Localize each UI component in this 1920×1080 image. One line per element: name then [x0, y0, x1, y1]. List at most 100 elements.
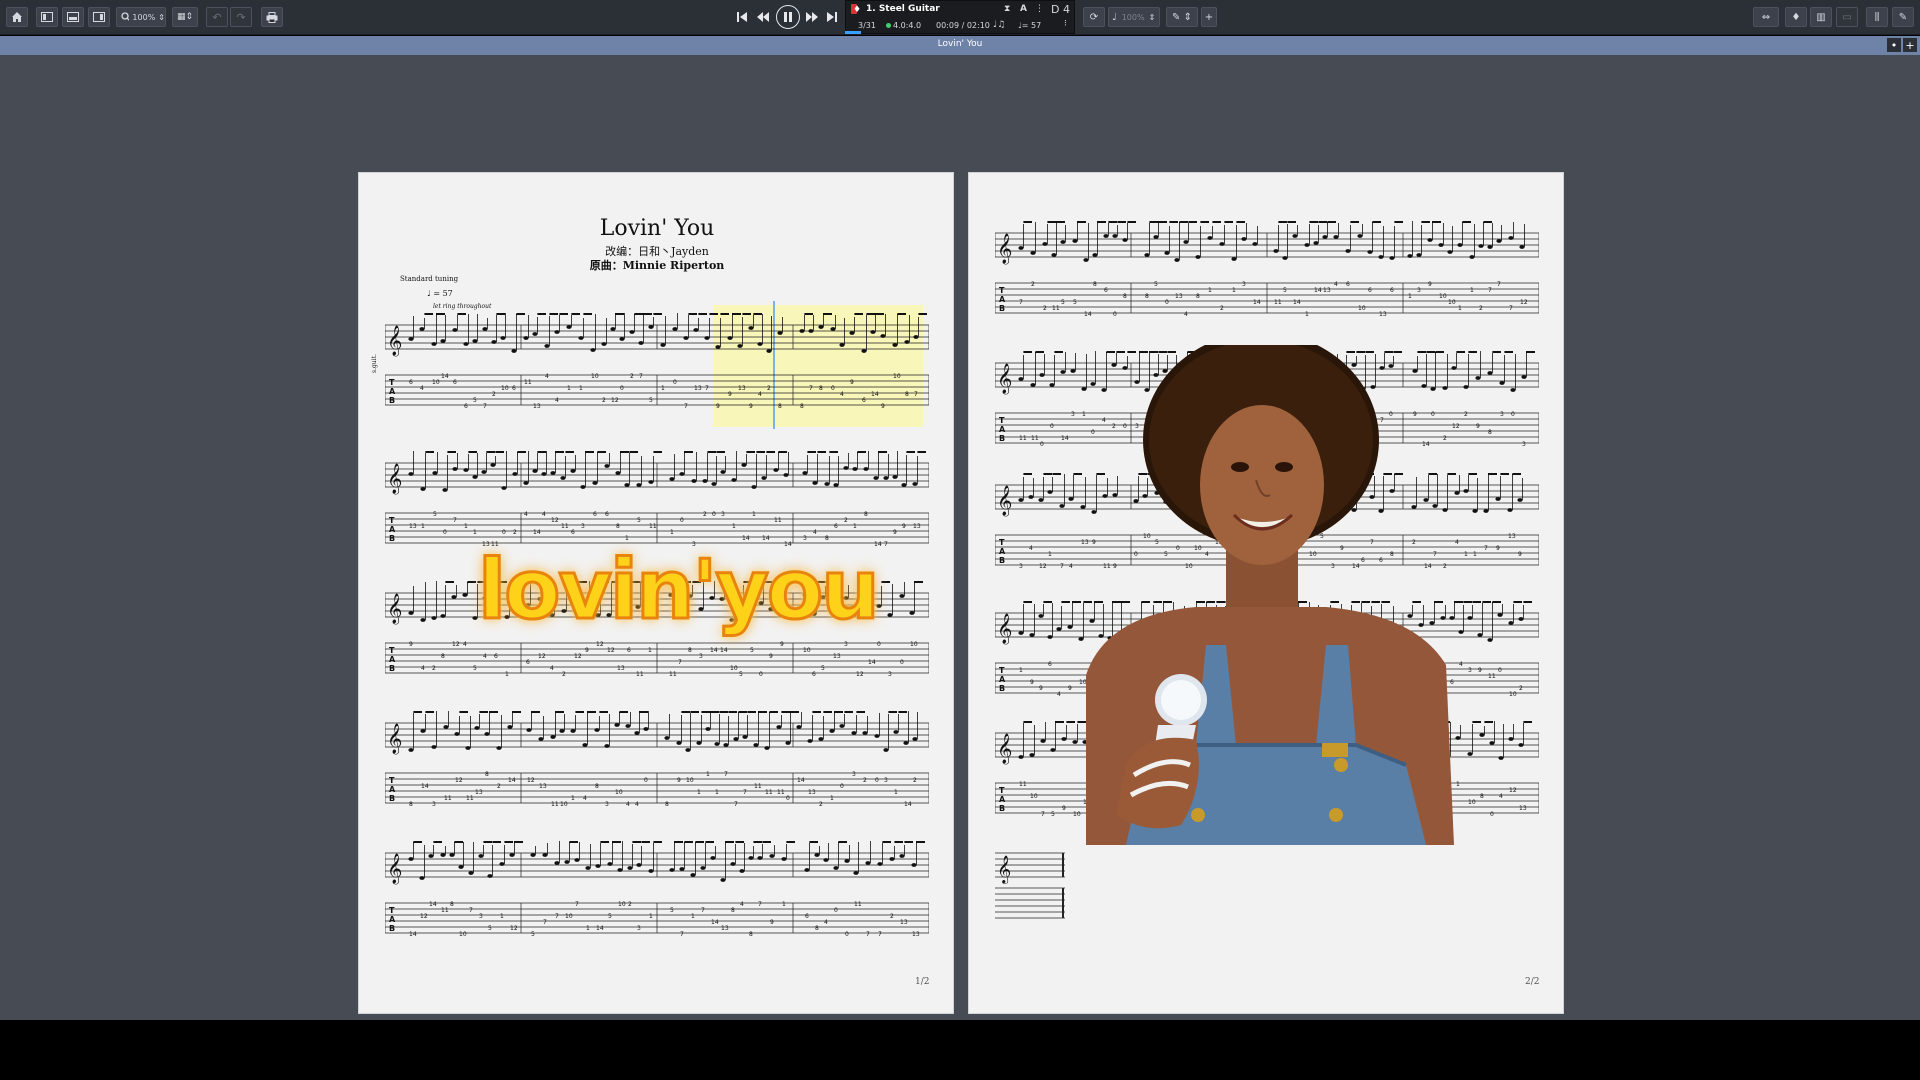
- tab-title[interactable]: Lovin' You: [0, 39, 1920, 49]
- svg-text:2: 2: [863, 777, 867, 784]
- svg-text:7: 7: [543, 919, 547, 926]
- svg-text:13: 13: [738, 385, 746, 392]
- go-to-start-button[interactable]: [731, 7, 753, 27]
- svg-text:14: 14: [1314, 287, 1322, 294]
- layout-page-button[interactable]: [36, 7, 58, 27]
- svg-text:𝄞: 𝄞: [387, 853, 402, 885]
- svg-text:9: 9: [780, 641, 784, 648]
- mixer-button[interactable]: ⫼: [1866, 7, 1888, 27]
- layout-panel-button[interactable]: [88, 7, 110, 27]
- svg-text:13: 13: [912, 931, 920, 938]
- svg-text:2: 2: [492, 391, 496, 398]
- go-to-end-button[interactable]: [822, 7, 842, 27]
- svg-text:5: 5: [1051, 811, 1055, 818]
- speed-control[interactable]: ♩ 100% ⇕: [1108, 7, 1160, 27]
- svg-text:11: 11: [765, 789, 773, 796]
- svg-text:12: 12: [607, 647, 615, 654]
- score-system-final[interactable]: 𝄞: [995, 843, 1539, 973]
- pen-tool-button[interactable]: ✎ ⇕: [1166, 7, 1198, 27]
- svg-text:9: 9: [902, 523, 906, 530]
- svg-text:5: 5: [531, 931, 535, 938]
- svg-text:14: 14: [710, 647, 718, 654]
- svg-text:3: 3: [1417, 287, 1421, 294]
- lcd-display[interactable]: ♦ 1. Steel Guitar 3/31 4.0:4.0 00:09 / 0…: [845, 0, 1075, 34]
- svg-text:5: 5: [670, 907, 674, 914]
- svg-text:8: 8: [1093, 281, 1097, 288]
- edit-button[interactable]: ✎: [1892, 7, 1914, 27]
- keyboard-button[interactable]: ▭: [1836, 7, 1858, 27]
- svg-text:T: T: [999, 538, 1005, 547]
- svg-text:7: 7: [734, 801, 738, 808]
- staff-notation: 𝄞TAB8143111211138214 121311 101 483104 4089 1…: [385, 711, 929, 808]
- svg-text:1: 1: [1208, 287, 1212, 294]
- add-marker-button[interactable]: +: [1201, 7, 1217, 27]
- status-bar: [0, 1020, 1920, 1080]
- print-button[interactable]: [261, 7, 283, 27]
- svg-text:1: 1: [661, 385, 665, 392]
- svg-text:1: 1: [670, 529, 674, 536]
- pause-button[interactable]: [776, 5, 800, 29]
- staff-notation: 𝄞TAB722 115 5148608 8501348121314 11514114 13…: [995, 221, 1539, 318]
- svg-text:A: A: [389, 785, 396, 794]
- svg-text:6: 6: [834, 523, 838, 530]
- svg-text:𝄞: 𝄞: [997, 733, 1012, 765]
- svg-text:10: 10: [1468, 799, 1476, 806]
- pen-icon: ✎ ⇕: [1172, 11, 1192, 23]
- svg-text:8: 8: [731, 907, 735, 914]
- svg-text:11: 11: [524, 379, 532, 386]
- svg-text:9: 9: [749, 403, 753, 410]
- svg-text:5: 5: [750, 647, 754, 654]
- score-system[interactable]: 𝄞 T A B 7 2 2 11 5 5 14 8 6 0 8 8 5 0 13 4 8 1 2 1 3 14 11 5 14 1 14 13…: [995, 213, 1539, 343]
- redo-button[interactable]: ↷: [230, 7, 252, 27]
- new-tab-button[interactable]: +: [1903, 38, 1917, 52]
- rewind-button[interactable]: [752, 7, 774, 27]
- instrument-button[interactable]: ♦: [1785, 7, 1807, 27]
- svg-text:7: 7: [1509, 305, 1513, 312]
- svg-text:4: 4: [555, 397, 559, 404]
- zoom-control[interactable]: 100% ⇕: [116, 7, 166, 27]
- undo-button[interactable]: ↶: [206, 7, 228, 27]
- fretboard-button[interactable]: ▥: [1810, 7, 1832, 27]
- svg-text:8: 8: [665, 801, 669, 808]
- svg-text:4: 4: [740, 901, 744, 908]
- multitrack-button[interactable]: ▦⇕: [172, 7, 198, 27]
- svg-text:1: 1: [571, 795, 575, 802]
- layout-horizontal-button[interactable]: [62, 7, 84, 27]
- svg-text:2: 2: [1464, 411, 1468, 418]
- skip-end-icon: [827, 12, 837, 22]
- svg-text:3: 3: [852, 771, 856, 778]
- svg-text:T: T: [389, 378, 395, 387]
- svg-text:6: 6: [1346, 281, 1350, 288]
- score-system[interactable]: 𝄞 T A B 8 14 3 11 12 11 13 8 2 14 12 13 11 10 1 4 8 3 10 4 4 0 8 9 1…: [385, 703, 929, 833]
- svg-text:0: 0: [1498, 667, 1502, 674]
- svg-text:2: 2: [1031, 281, 1035, 288]
- staff-notation: 𝄞TAB6410146657210 61113441 1102 1202 7510713…: [385, 313, 929, 410]
- svg-text:3: 3: [1468, 667, 1472, 674]
- svg-text:13: 13: [721, 925, 729, 932]
- svg-text:9: 9: [1496, 545, 1500, 552]
- home-button[interactable]: [6, 7, 28, 27]
- score-workspace[interactable]: Lovin' You 改编：日和丶Jayden 原曲：Minnie Ripert…: [0, 55, 1920, 1020]
- svg-text:5: 5: [1073, 299, 1077, 306]
- loop-button[interactable]: ⟳: [1083, 7, 1105, 27]
- svg-text:12: 12: [420, 913, 428, 920]
- fit-view-button[interactable]: ⇔: [1753, 7, 1779, 27]
- tempo-mark: ♩ = 57: [427, 289, 453, 298]
- svg-text:A: A: [999, 425, 1006, 434]
- svg-text:8: 8: [905, 391, 909, 398]
- svg-text:13: 13: [694, 385, 702, 392]
- svg-text:6: 6: [1390, 287, 1394, 294]
- svg-text:5: 5: [1154, 281, 1158, 288]
- score-system[interactable]: 𝄞 T A B 14 12 14 11 8 10 7 3 5 1 12 5 7 7 10 7 1 14 5 10 2 3 1 5 7 1 7…: [385, 833, 929, 963]
- fast-forward-button[interactable]: [801, 7, 823, 27]
- svg-text:7: 7: [453, 517, 457, 524]
- svg-text:B: B: [999, 556, 1005, 565]
- svg-text:1: 1: [625, 535, 629, 542]
- close-tab-button[interactable]: •: [1887, 38, 1901, 52]
- svg-text:6: 6: [627, 647, 631, 654]
- playback-progress-bar: [845, 31, 861, 34]
- svg-text:5: 5: [1283, 287, 1287, 294]
- svg-text:8: 8: [1488, 429, 1492, 436]
- svg-text:7: 7: [914, 391, 918, 398]
- score-system[interactable]: 𝄞 T A B 6 4 10 14 6 6 5 7 2 10 6 11 13 4 4 1 1 10 2 12 0 2 7 5 1 0 7 13…: [385, 305, 929, 435]
